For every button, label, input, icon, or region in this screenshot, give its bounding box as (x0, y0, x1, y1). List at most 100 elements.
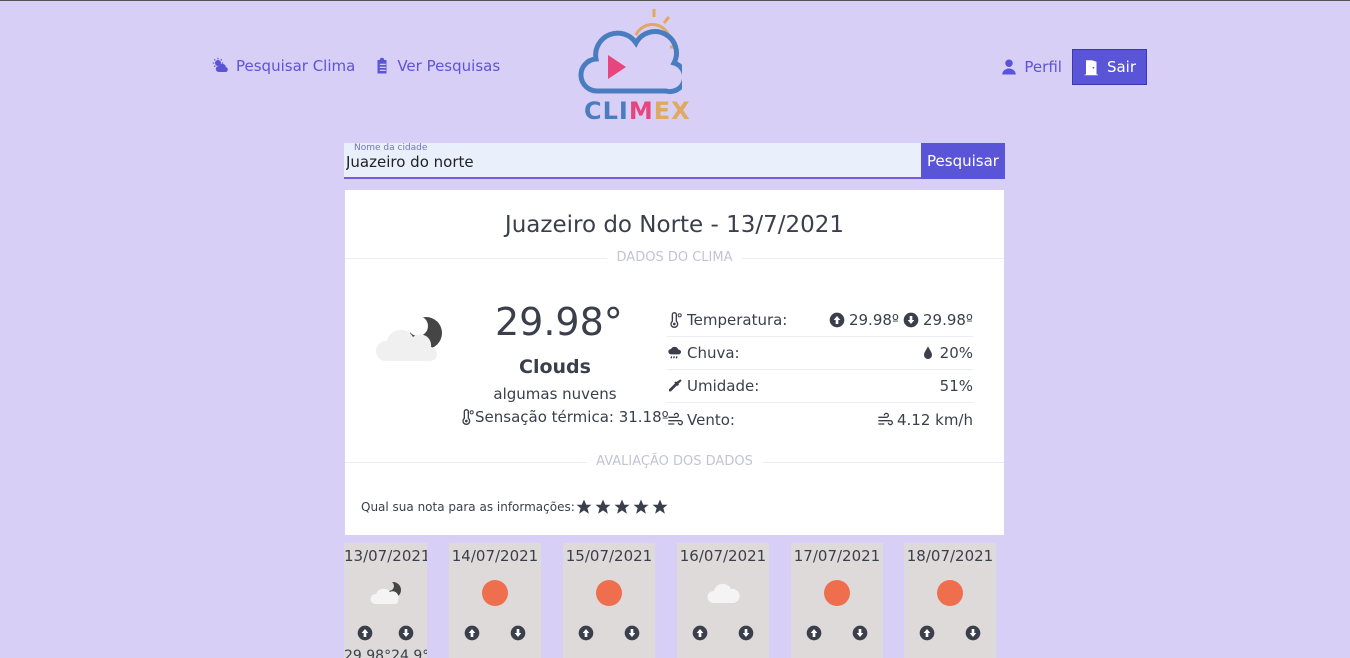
star-icon[interactable] (632, 498, 650, 516)
wind-label: Vento: (687, 410, 735, 429)
cloud-sun-icon (212, 57, 228, 72)
wind-icon (878, 412, 893, 425)
cloud-icon (707, 583, 740, 603)
cloud-rain-icon (668, 346, 682, 359)
forecast-arrows (344, 625, 427, 641)
wind-icon (668, 412, 683, 425)
nav-profile[interactable]: Perfil (1000, 58, 1062, 76)
forecast-arrows (677, 625, 769, 641)
weather-condition: Clouds (519, 356, 591, 378)
rating-prompt: Qual sua nota para as informações: (361, 500, 575, 514)
rating-stars (575, 498, 669, 516)
arrow-up-circle-icon (919, 625, 935, 641)
arrow-up-circle-icon (692, 625, 708, 641)
temperature-min: 29.98º (922, 311, 973, 329)
arrow-down-circle-icon (624, 625, 640, 641)
logo-cloud-icon (578, 9, 688, 95)
rating-row: Qual sua nota para as informações: (361, 498, 669, 516)
rain-label: Chuva: (687, 344, 740, 362)
city-search-form: Nome da cidade Pesquisar (344, 143, 1005, 179)
weather-details: Temperatura: 29.98º 29.98º Chuva: 20% Um… (667, 304, 973, 436)
droplet-icon (923, 346, 932, 359)
star-icon[interactable] (651, 498, 669, 516)
city-search-label: Nome da cidade (354, 143, 428, 153)
arrow-up-circle-icon (357, 625, 373, 641)
humidity-label: Umidade: (687, 377, 760, 395)
forecast-date: 17/07/2021 (793, 547, 881, 565)
section-label-data: DADOS DO CLIMA (606, 250, 743, 265)
eyedropper-icon (669, 379, 682, 392)
forecast-card[interactable]: 14/07/2021 (449, 543, 541, 658)
temperature-max: 29.98º (848, 311, 899, 329)
arrow-down-circle-icon (738, 625, 754, 641)
forecast-arrows (563, 625, 655, 641)
weather-card: Juazeiro do Norte - 13/7/2021 DADOS DO C… (345, 190, 1004, 535)
forecast-arrows (791, 625, 883, 641)
nav-profile-label: Perfil (1024, 58, 1062, 76)
feels-like: Sensação térmica: 31.18º (459, 408, 669, 426)
rain-value: 20% (939, 344, 973, 362)
forecast-date: 13/07/2021 (344, 547, 427, 565)
city-search-field[interactable]: Nome da cidade (344, 143, 921, 179)
detail-row-temperature: Temperatura: 29.98º 29.98º (667, 304, 973, 337)
thermometer-icon (670, 312, 682, 328)
nav-view-searches[interactable]: Ver Pesquisas (373, 57, 500, 75)
forecast-date: 14/07/2021 (451, 547, 539, 565)
arrow-up-circle-icon (578, 625, 594, 641)
nav-view-searches-label: Ver Pesquisas (397, 57, 501, 75)
forecast-date: 18/07/2021 (906, 547, 994, 565)
feels-like-text: Sensação térmica: 31.18º (475, 408, 669, 426)
section-divider-rating: AVALIAÇÃO DOS DADOS (345, 454, 1004, 469)
forecast-date: 15/07/2021 (565, 547, 653, 565)
section-label-rating: AVALIAÇÃO DOS DADOS (586, 454, 763, 469)
arrow-up-circle-icon (829, 312, 845, 328)
arrow-down-circle-icon (852, 625, 868, 641)
climex-logo[interactable]: CLIMEX (578, 5, 690, 125)
star-icon[interactable] (613, 498, 631, 516)
arrow-down-circle-icon (398, 625, 414, 641)
thermometer-icon (462, 409, 474, 425)
detail-row-humidity: Umidade: 51% (667, 370, 973, 403)
nav-search-weather-label: Pesquisar Clima (236, 57, 356, 75)
humidity-value: 51% (939, 377, 973, 395)
logo-text: CLIMEX (584, 97, 691, 125)
sun-icon (596, 580, 622, 606)
sun-icon (824, 580, 850, 606)
sun-icon (937, 580, 963, 606)
nav-search-weather[interactable]: Pesquisar Clima (212, 57, 355, 75)
forecast-arrows (904, 625, 996, 641)
arrow-up-circle-icon (464, 625, 480, 641)
nav-left: Pesquisar Clima Ver Pesquisas (212, 57, 500, 75)
cloud-moon-icon (375, 316, 442, 362)
forecast-arrows (449, 625, 541, 641)
city-search-input[interactable] (344, 153, 921, 171)
forecast-temps: 29.98°24.9° (344, 648, 427, 658)
arrow-up-circle-icon (806, 625, 822, 641)
temperature-label: Temperatura: (687, 311, 788, 329)
weather-description: algumas nuvens (493, 385, 617, 403)
sun-icon (482, 580, 508, 606)
current-temperature: 29.98° (495, 300, 623, 344)
arrow-down-circle-icon (965, 625, 981, 641)
search-button[interactable]: Pesquisar (921, 143, 1005, 179)
forecast-card[interactable]: 18/07/2021 (904, 543, 996, 658)
arrow-down-circle-icon (510, 625, 526, 641)
nav-right: Perfil Sair (1000, 49, 1147, 85)
forecast-card[interactable]: 16/07/2021 (677, 543, 769, 658)
section-divider-data: DADOS DO CLIMA (345, 250, 1004, 265)
door-open-icon (1084, 60, 1098, 76)
weather-title: Juazeiro do Norte - 13/7/2021 (504, 212, 845, 238)
user-icon (1002, 59, 1017, 75)
forecast-card[interactable]: 13/07/2021 29.98°24.9° (344, 543, 427, 658)
logout-button[interactable]: Sair (1071, 49, 1147, 85)
logout-label: Sair (1106, 58, 1136, 76)
detail-row-wind: Vento: 4.12 km/h (667, 403, 973, 436)
clipboard-list-icon (377, 57, 387, 74)
forecast-card[interactable]: 15/07/2021 (563, 543, 655, 658)
arrow-down-circle-icon (903, 312, 919, 328)
star-icon[interactable] (594, 498, 612, 516)
forecast-card[interactable]: 17/07/2021 (791, 543, 883, 658)
wind-value: 4.12 km/h (896, 410, 973, 429)
forecast-date: 16/07/2021 (679, 547, 767, 565)
star-icon[interactable] (575, 498, 593, 516)
